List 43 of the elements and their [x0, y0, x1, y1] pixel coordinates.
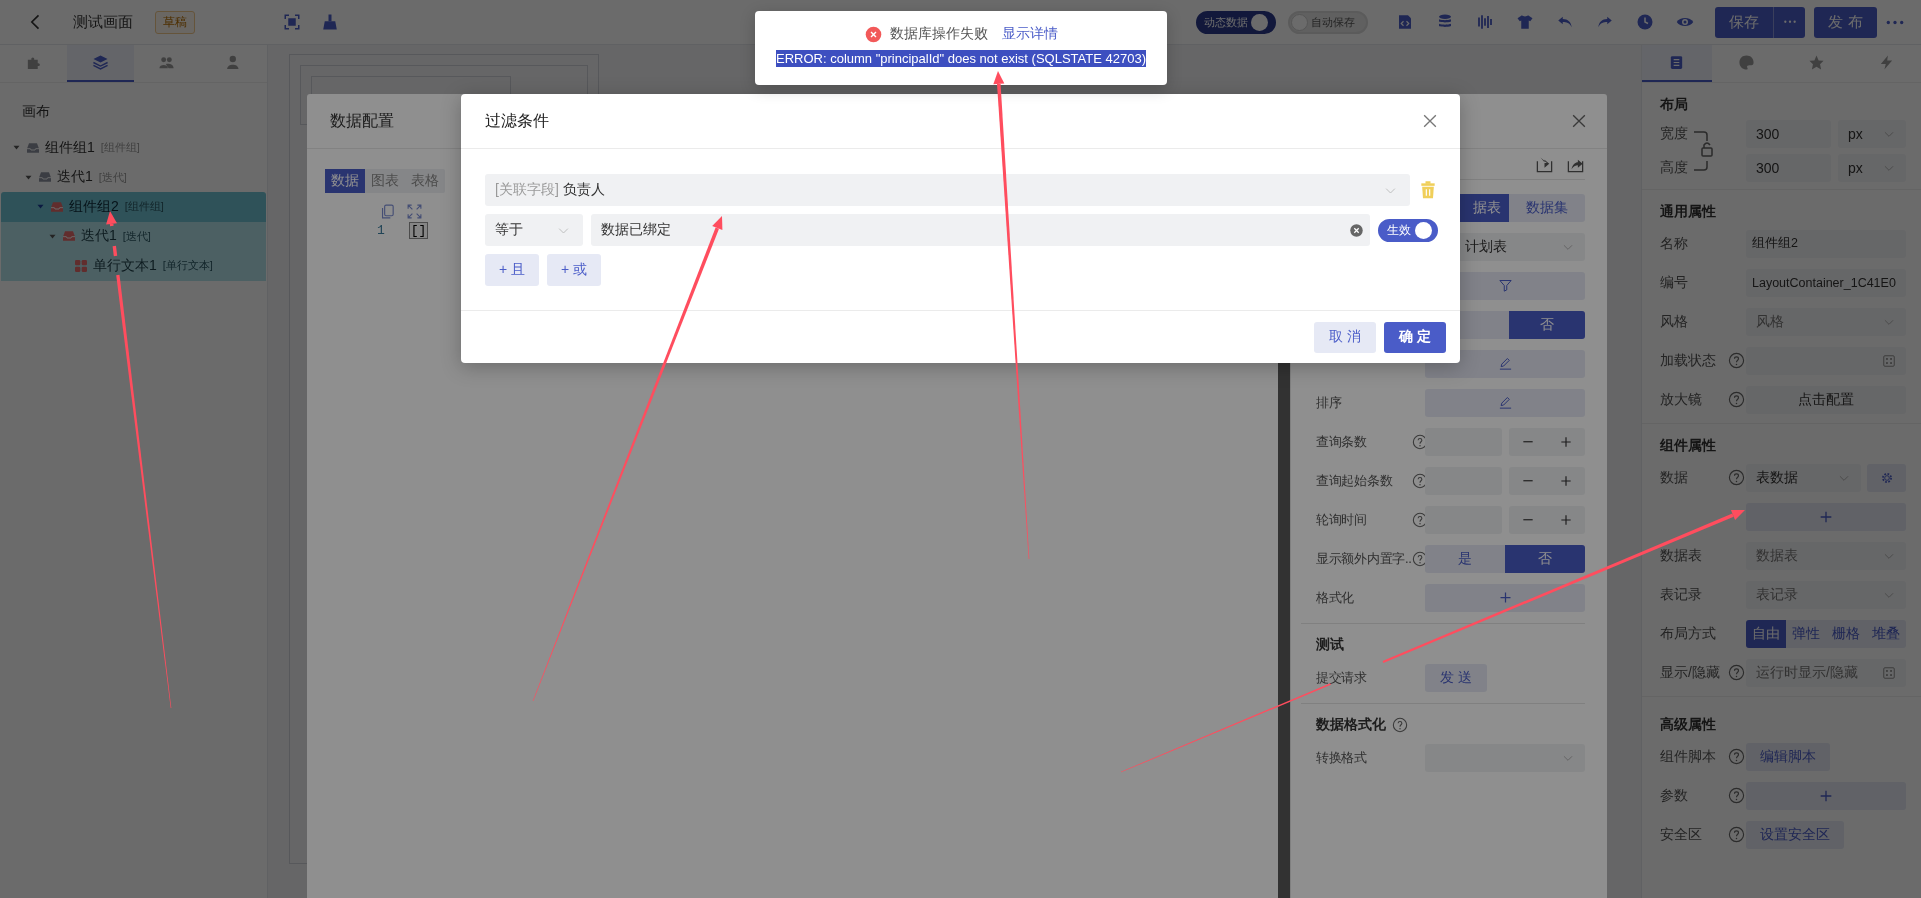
field-label: 放大镜	[1660, 390, 1703, 409]
field-label: 显示/隐藏	[1660, 663, 1721, 682]
field-label: 查询条数	[1316, 432, 1368, 451]
field-label: 编号	[1660, 273, 1689, 292]
section-title: 通用属性	[1660, 202, 1717, 221]
field-label: 布局方式	[1660, 624, 1717, 643]
section-title: 数据格式化	[1316, 716, 1386, 734]
field-label: 风格	[1660, 312, 1689, 331]
tree-item-label: 组件组2	[69, 197, 119, 216]
field-label: 数据	[1660, 468, 1689, 487]
field-label: 格式化	[1316, 588, 1356, 607]
field-label: 加载状态	[1660, 351, 1717, 370]
field-label: 高度	[1660, 159, 1689, 177]
section-title: 高级属性	[1660, 715, 1717, 734]
line-number: 1	[377, 223, 385, 238]
code-text: []	[408, 222, 429, 239]
field-label: 宽度	[1660, 125, 1689, 143]
section-title: 组件属性	[1660, 436, 1717, 455]
section-title: 测试	[1316, 636, 1344, 654]
toast-message: 数据库操作失败	[889, 25, 988, 43]
tree-item-label: 单行文本1	[93, 256, 157, 275]
field-label: 表记录	[1660, 585, 1703, 604]
section-heading: 画布	[21, 102, 51, 121]
error-detail: ERROR: column "principalId" does not exist (SQLSTATE 42703)	[776, 50, 1146, 67]
status-badge: 草稿	[155, 10, 195, 34]
field-label: 显示额外内置字..	[1316, 549, 1412, 568]
page-title: 测试画面	[73, 12, 133, 32]
tree-item-label: 迭代1	[81, 227, 117, 246]
field-label: 数据表	[1660, 546, 1703, 565]
tree-item-label: 组件组1	[45, 138, 95, 157]
section-title: 布局	[1660, 95, 1689, 114]
field-label: 排序	[1316, 393, 1343, 412]
field-label: 转换格式	[1316, 748, 1368, 767]
field-label: 组件脚本	[1660, 747, 1717, 766]
tree-item-label: 迭代1	[57, 168, 93, 187]
field-label: 提交请求	[1316, 668, 1368, 687]
field-label: 轮询时间	[1316, 510, 1368, 529]
field-label: 参数	[1660, 786, 1689, 805]
field-label: 名称	[1660, 234, 1689, 253]
field-label: 安全区	[1660, 825, 1703, 844]
field-label: 查询起始条数	[1316, 471, 1394, 490]
dialog-title: 过滤条件	[485, 110, 549, 131]
panel-title: 数据配置	[330, 110, 394, 131]
